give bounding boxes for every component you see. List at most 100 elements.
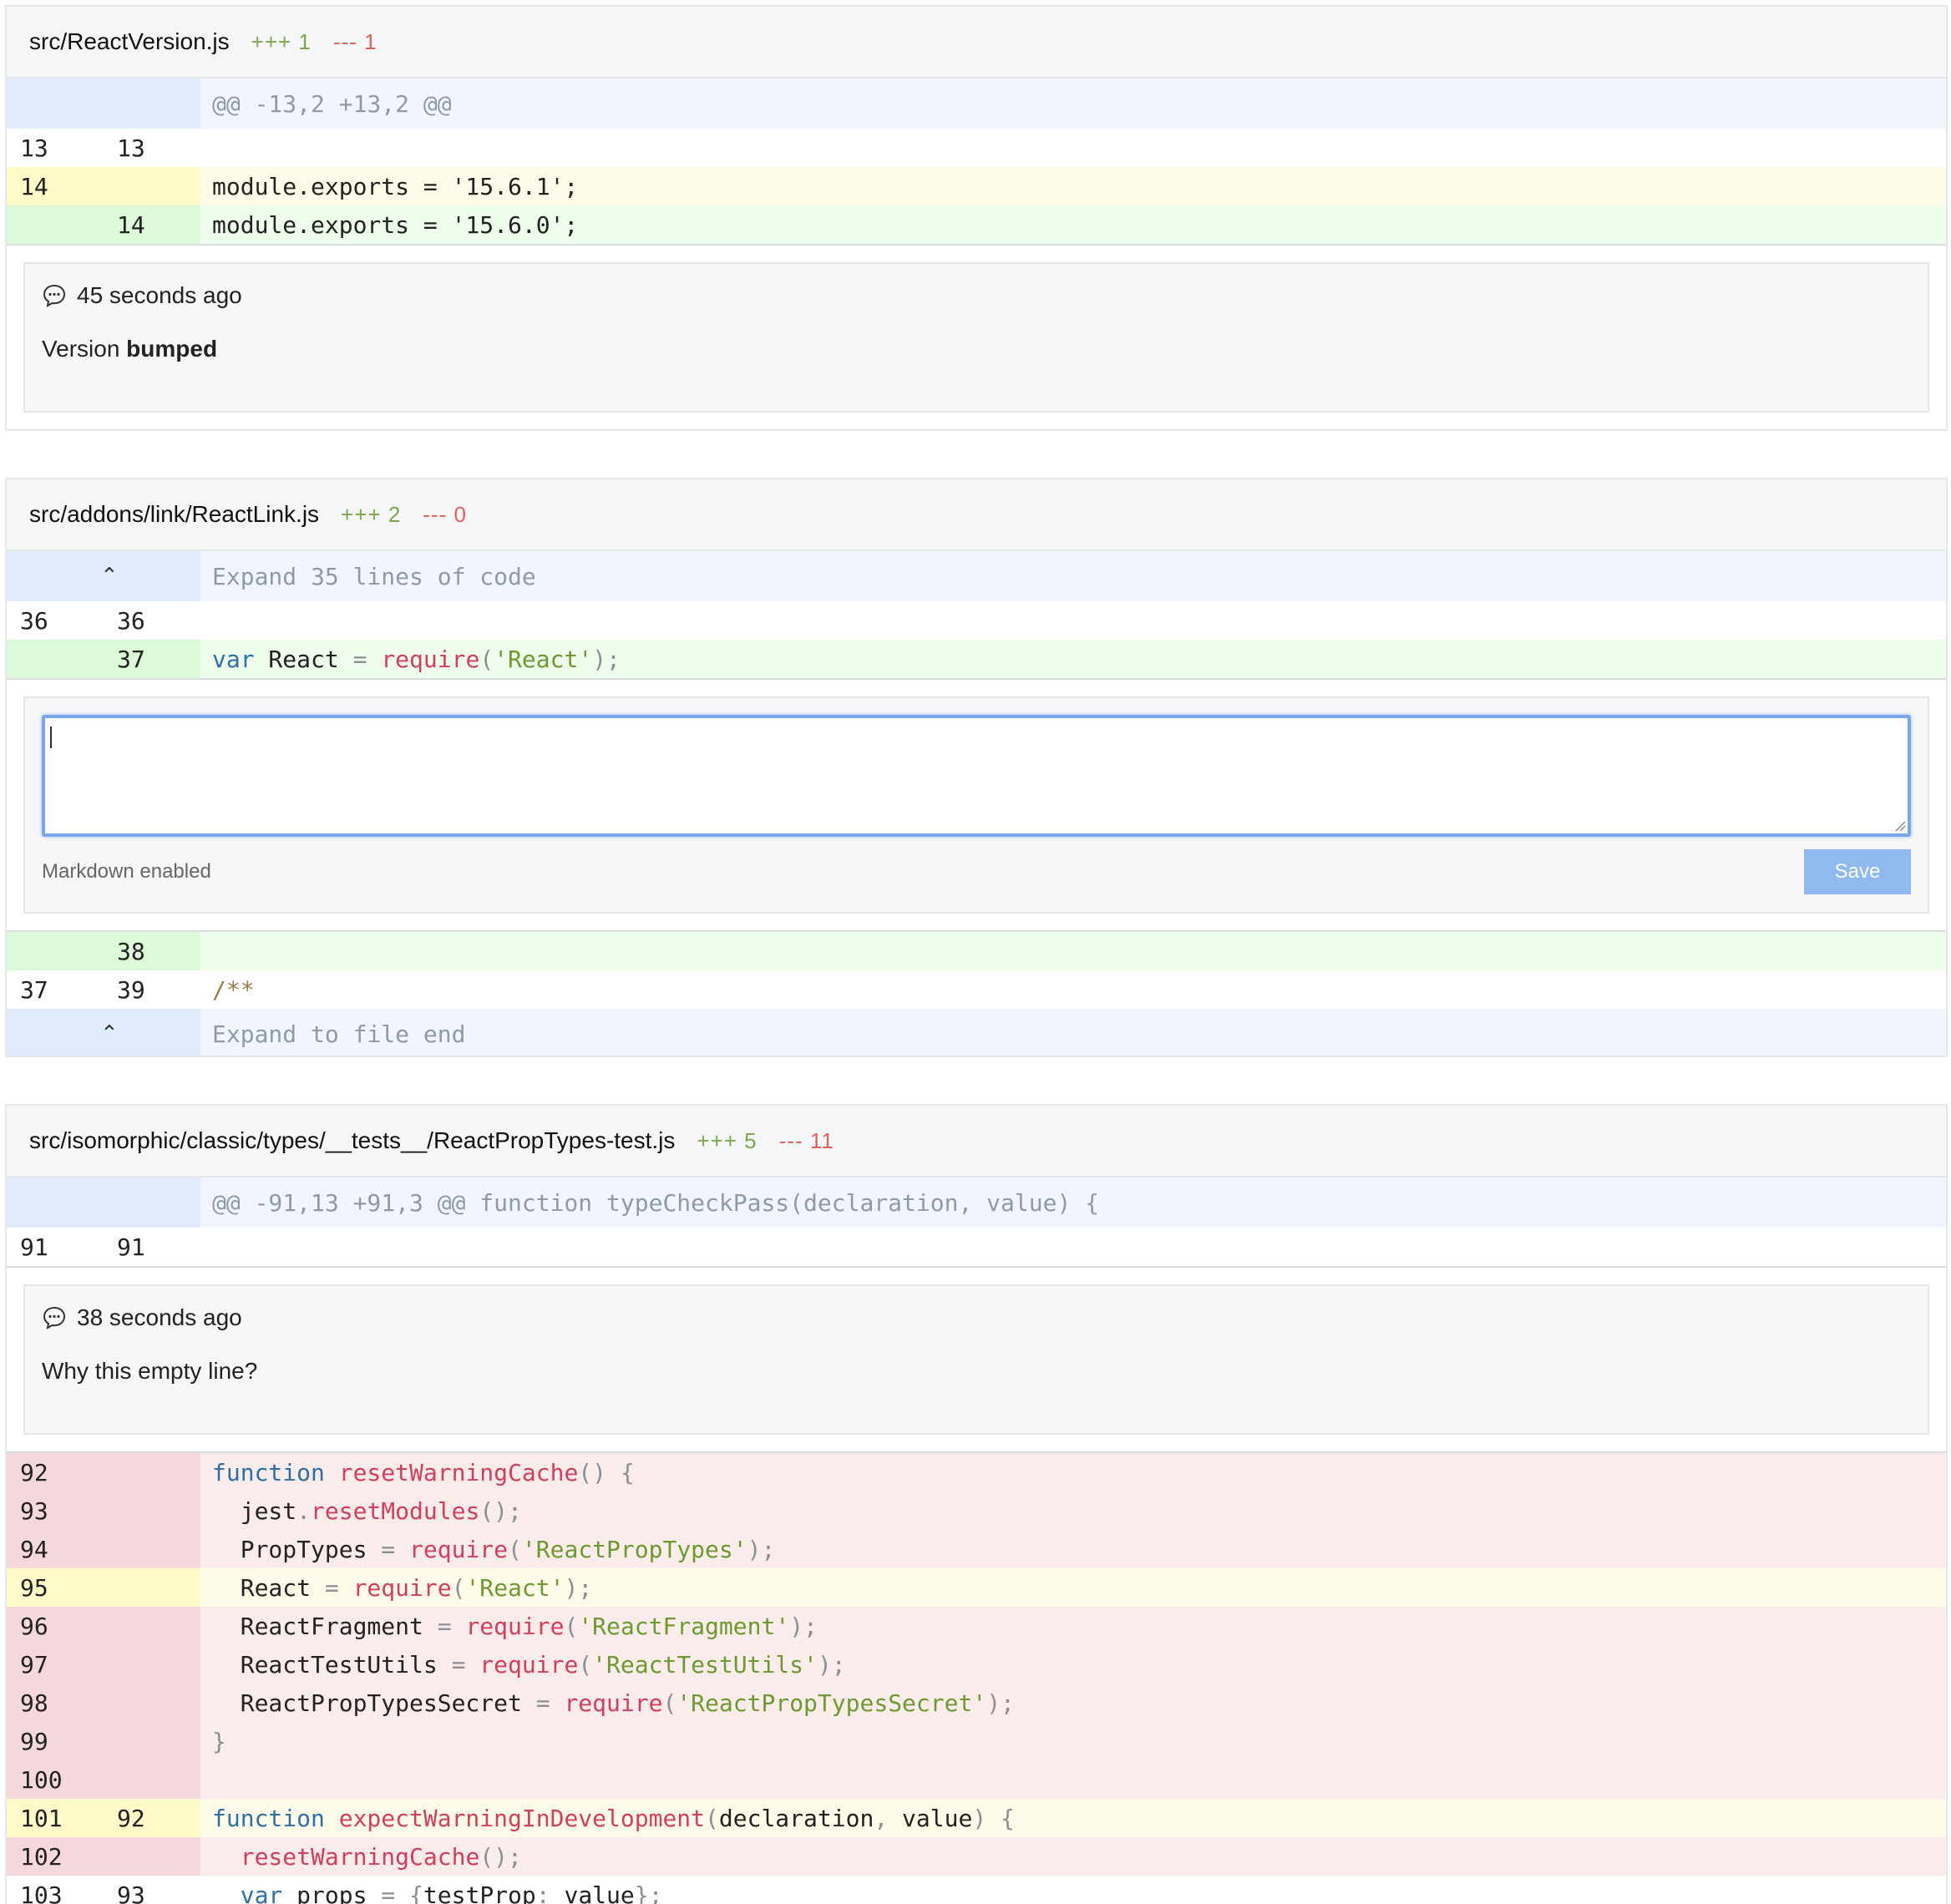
new-line-number: 37 xyxy=(117,645,145,673)
line-gutter[interactable]: 36 36 xyxy=(7,601,200,640)
line-gutter[interactable]: 96 xyxy=(7,1607,200,1645)
old-line-number: 92 xyxy=(20,1458,48,1486)
new-line-number: 36 xyxy=(117,606,145,635)
code-function: require xyxy=(564,1689,663,1717)
save-button[interactable]: Save xyxy=(1804,849,1911,894)
diff-line-removed[interactable]: 94 PropTypes = require('ReactPropTypes')… xyxy=(7,1530,1946,1568)
line-gutter[interactable]: 95 xyxy=(7,1568,200,1607)
line-gutter[interactable]: 100 xyxy=(7,1760,200,1799)
line-gutter[interactable]: 37 xyxy=(7,640,200,678)
line-code: /** xyxy=(200,970,1946,1009)
comment-meta: 45 seconds ago xyxy=(42,282,1911,309)
comment-body-text: Version xyxy=(42,336,127,362)
line-gutter[interactable]: 14 xyxy=(7,205,200,244)
code-punct: ( xyxy=(479,645,494,673)
code-function: require xyxy=(479,1650,579,1679)
old-line-number: 95 xyxy=(20,1573,48,1602)
comment-time: 45 seconds ago xyxy=(77,282,242,308)
diff-line-added[interactable]: 37 var React = require('React'); xyxy=(7,640,1946,678)
diff-line[interactable]: 91 91 xyxy=(7,1228,1946,1266)
line-gutter[interactable]: 99 xyxy=(7,1722,200,1760)
expand-vertical-icon[interactable]: ⌃ xyxy=(100,564,119,589)
diff-line-removed[interactable]: 98 ReactPropTypesSecret = require('React… xyxy=(7,1684,1946,1722)
line-gutter[interactable]: 97 xyxy=(7,1645,200,1684)
line-code xyxy=(200,1228,1946,1266)
code-punct: = xyxy=(437,1612,452,1640)
diff-line-added[interactable]: 38 xyxy=(7,932,1946,970)
file-path[interactable]: src/ReactVersion.js xyxy=(29,28,230,55)
diff-line[interactable]: 13 13 xyxy=(7,129,1946,167)
diff-line-removed[interactable]: 96 ReactFragment = require('ReactFragmen… xyxy=(7,1607,1946,1645)
line-gutter[interactable]: 102 xyxy=(7,1837,200,1876)
comment-widget: 45 seconds ago Version bumped xyxy=(7,244,1946,429)
file-header: src/addons/link/ReactLink.js +++ 2 --- 0 xyxy=(7,479,1946,551)
expand-to-end-row[interactable]: ⌃ Expand to file end xyxy=(7,1009,1946,1056)
resize-grip-icon[interactable] xyxy=(1893,818,1906,832)
expand-vertical-icon[interactable]: ⌃ xyxy=(100,1021,119,1046)
line-gutter[interactable]: 103 93 xyxy=(7,1876,200,1904)
diff-line[interactable]: 36 36 xyxy=(7,601,1946,640)
text-caret xyxy=(50,727,52,748)
diff-line[interactable]: 103 93 var props = {testProp: value}; xyxy=(7,1876,1946,1904)
line-code: resetWarningCache (); xyxy=(200,1837,1946,1876)
old-line-number: 96 xyxy=(20,1612,48,1640)
code-punct: , xyxy=(874,1804,889,1832)
diff-line[interactable]: 37 39 /** xyxy=(7,970,1946,1009)
diff-line-removed[interactable]: 100 xyxy=(7,1760,1946,1799)
line-gutter[interactable]: 14 xyxy=(7,167,200,205)
old-line-number: 36 xyxy=(20,606,48,635)
code-punct: = xyxy=(381,1881,396,1904)
code-punct: (); xyxy=(479,1496,522,1525)
code-punct: ); xyxy=(592,645,621,673)
old-line-number: 37 xyxy=(20,975,48,1004)
comment-body: Version bumped xyxy=(42,336,1911,386)
line-code: function resetWarningCache() { xyxy=(200,1453,1946,1491)
diff-line-removed[interactable]: 92 function resetWarningCache() { xyxy=(7,1453,1946,1491)
comment: 45 seconds ago Version bumped xyxy=(23,262,1929,413)
code-punct: ( xyxy=(705,1804,719,1832)
hunk-text: @@ -91,13 +91,3 @@ function typeCheckPas… xyxy=(200,1177,1946,1228)
line-gutter[interactable]: 93 xyxy=(7,1491,200,1530)
code-punct: } xyxy=(212,1727,226,1755)
file-path[interactable]: src/isomorphic/classic/types/__tests__/R… xyxy=(29,1127,675,1154)
diff-line-added[interactable]: 14 module.exports = '15.6.0'; xyxy=(7,205,1946,244)
diff-line-changed[interactable]: 14 module.exports = '15.6.1'; xyxy=(7,167,1946,205)
line-gutter[interactable]: 37 39 xyxy=(7,970,200,1009)
line-gutter[interactable]: 94 xyxy=(7,1530,200,1568)
diff-line-changed[interactable]: 95 React = require('React'); xyxy=(7,1568,1946,1607)
diff-line-removed[interactable]: 99 } xyxy=(7,1722,1946,1760)
line-gutter[interactable]: 13 13 xyxy=(7,129,200,167)
line-gutter[interactable]: 92 xyxy=(7,1453,200,1491)
line-gutter[interactable]: 91 91 xyxy=(7,1228,200,1266)
expand-gutter[interactable]: ⌃ xyxy=(7,1009,200,1056)
comment-textarea[interactable] xyxy=(42,715,1911,837)
comment-widget: 38 seconds ago Why this empty line? xyxy=(7,1266,1946,1453)
line-gutter[interactable]: 38 xyxy=(7,932,200,970)
diff-line-changed[interactable]: 101 92 function expectWarningInDevelopme… xyxy=(7,1799,1946,1837)
markdown-note: Markdown enabled xyxy=(42,860,211,883)
diff-line-removed[interactable]: 97 ReactTestUtils = require('ReactTestUt… xyxy=(7,1645,1946,1684)
code-string: 'ReactPropTypes' xyxy=(521,1535,747,1563)
code-punct: ( xyxy=(451,1573,466,1602)
comment: 38 seconds ago Why this empty line? xyxy=(23,1284,1929,1435)
expand-gutter[interactable]: ⌃ xyxy=(7,551,200,601)
new-line-number: 93 xyxy=(117,1881,145,1904)
expand-text[interactable]: Expand 35 lines of code xyxy=(200,551,1946,601)
expand-lines-row[interactable]: ⌃ Expand 35 lines of code xyxy=(7,551,1946,601)
code-string: 'React' xyxy=(465,1573,565,1602)
comment-bubble-icon xyxy=(43,284,66,307)
code-punct: (); xyxy=(479,1842,522,1871)
code-string: 'ReactTestUtils' xyxy=(592,1650,818,1679)
line-gutter[interactable]: 98 xyxy=(7,1684,200,1722)
old-line-number: 94 xyxy=(20,1535,48,1563)
line-code: jest. resetModules (); xyxy=(200,1491,1946,1530)
comment-body-bold: bumped xyxy=(126,336,218,362)
expand-text[interactable]: Expand to file end xyxy=(200,1009,1946,1056)
line-gutter[interactable]: 101 92 xyxy=(7,1799,200,1837)
diff-line-removed[interactable]: 102 resetWarningCache (); xyxy=(7,1837,1946,1876)
diff-file-react-version: src/ReactVersion.js +++ 1 --- 1 @@ -13,2… xyxy=(5,5,1948,431)
diff-line-removed[interactable]: 93 jest. resetModules (); xyxy=(7,1491,1946,1530)
code-punct: = xyxy=(324,1573,339,1602)
file-path[interactable]: src/addons/link/ReactLink.js xyxy=(29,501,319,528)
additions-count: +++ 1 xyxy=(251,28,312,54)
